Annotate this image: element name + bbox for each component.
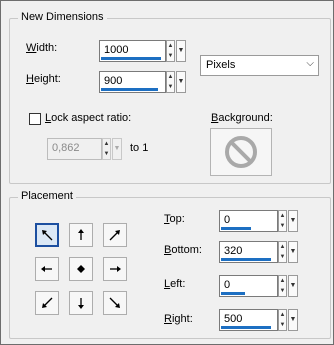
arrow-up-icon bbox=[78, 229, 84, 240]
anchor-bottom-right-button[interactable] bbox=[103, 291, 127, 315]
bottom-spinbox: 320 ▲ ▼ ▼ bbox=[219, 241, 301, 263]
arrow-up-left-icon bbox=[42, 230, 53, 241]
top-up-down[interactable]: ▲ ▼ bbox=[278, 210, 287, 232]
arrow-down-left-icon bbox=[42, 297, 53, 308]
canvas-size-dialog: New Dimensions Width: 1000 ▲ ▼ ▼ Height: … bbox=[0, 0, 334, 345]
center-dot-icon bbox=[77, 265, 85, 273]
placement-title: Placement bbox=[18, 190, 76, 202]
height-up-down[interactable]: ▲ ▼ bbox=[166, 71, 175, 93]
arrow-left-icon bbox=[41, 266, 52, 272]
anchor-top-left-button[interactable] bbox=[35, 223, 59, 247]
down-arrow-icon[interactable]: ▼ bbox=[103, 149, 110, 159]
arrow-up-right-icon bbox=[109, 230, 120, 241]
down-arrow-icon[interactable]: ▼ bbox=[167, 82, 174, 92]
arrow-right-icon bbox=[110, 266, 121, 272]
chevron-down-icon: ▼ bbox=[289, 248, 297, 255]
aspect-ratio-dropdown-button[interactable]: ▼ bbox=[112, 138, 122, 160]
lock-aspect-label[interactable]: Lock aspect ratio: bbox=[45, 112, 131, 124]
width-slider-bar[interactable] bbox=[101, 57, 161, 60]
up-arrow-icon[interactable]: ▲ bbox=[167, 72, 174, 82]
anchor-right-button[interactable] bbox=[103, 257, 127, 281]
aspect-ratio-spinbox: 0,862 ▲ ▼ ▼ bbox=[47, 138, 125, 160]
down-arrow-icon[interactable]: ▼ bbox=[279, 252, 286, 262]
right-slider-bar[interactable] bbox=[221, 326, 271, 329]
lock-aspect-checkbox[interactable] bbox=[29, 113, 41, 125]
to-one-label: to 1 bbox=[130, 142, 149, 154]
left-slider-bar[interactable] bbox=[221, 292, 245, 295]
new-dimensions-title: New Dimensions bbox=[18, 11, 107, 23]
chevron-down-icon: ▼ bbox=[289, 282, 297, 289]
up-arrow-icon[interactable]: ▲ bbox=[279, 276, 286, 286]
anchor-top-button[interactable] bbox=[69, 223, 93, 247]
anchor-center-button[interactable] bbox=[69, 257, 93, 281]
up-arrow-icon[interactable]: ▲ bbox=[279, 211, 286, 221]
chevron-down-icon: ▼ bbox=[289, 217, 297, 224]
background-label: Background: bbox=[211, 112, 273, 124]
anchor-bottom-button[interactable] bbox=[69, 291, 93, 315]
background-color-swatch[interactable] bbox=[210, 128, 272, 176]
right-label: Right: bbox=[164, 313, 193, 325]
arrow-down-right-icon bbox=[109, 297, 120, 308]
chevron-down-icon: ▼ bbox=[177, 47, 185, 54]
anchor-top-right-button[interactable] bbox=[103, 223, 127, 247]
left-up-down[interactable]: ▲ ▼ bbox=[278, 275, 287, 297]
units-selected: Pixels bbox=[206, 59, 236, 71]
chevron-down-icon: ▼ bbox=[113, 145, 121, 152]
top-dropdown-button[interactable]: ▼ bbox=[288, 210, 298, 232]
width-label: Width: bbox=[26, 42, 58, 54]
no-color-icon bbox=[225, 136, 257, 168]
height-spinbox: 900 ▲ ▼ ▼ bbox=[99, 71, 189, 93]
width-dropdown-button[interactable]: ▼ bbox=[176, 40, 186, 62]
bottom-up-down[interactable]: ▲ ▼ bbox=[278, 241, 287, 263]
up-arrow-icon[interactable]: ▲ bbox=[103, 139, 110, 149]
down-arrow-icon[interactable]: ▼ bbox=[279, 320, 286, 330]
top-slider-bar[interactable] bbox=[221, 227, 251, 230]
bottom-slider-bar[interactable] bbox=[221, 258, 271, 261]
chevron-down-icon: ▼ bbox=[289, 316, 297, 323]
bottom-label: Bottom: bbox=[164, 244, 202, 256]
width-spinbox: 1000 ▲ ▼ ▼ bbox=[99, 40, 189, 62]
height-dropdown-button[interactable]: ▼ bbox=[176, 71, 186, 93]
left-spinbox: 0 ▲ ▼ ▼ bbox=[219, 275, 301, 297]
right-up-down[interactable]: ▲ ▼ bbox=[278, 309, 287, 331]
down-arrow-icon[interactable]: ▼ bbox=[279, 286, 286, 296]
down-arrow-icon[interactable]: ▼ bbox=[167, 51, 174, 61]
left-label: Left: bbox=[164, 278, 186, 290]
up-arrow-icon[interactable]: ▲ bbox=[167, 41, 174, 51]
width-up-down[interactable]: ▲ ▼ bbox=[166, 40, 175, 62]
height-label: Height: bbox=[26, 73, 61, 85]
bottom-dropdown-button[interactable]: ▼ bbox=[288, 241, 298, 263]
top-spinbox: 0 ▲ ▼ ▼ bbox=[219, 210, 301, 232]
arrow-down-icon bbox=[78, 298, 84, 309]
up-arrow-icon[interactable]: ▲ bbox=[279, 310, 286, 320]
aspect-ratio-input[interactable]: 0,862 bbox=[47, 138, 102, 160]
down-arrow-icon[interactable]: ▼ bbox=[279, 221, 286, 231]
height-slider-bar[interactable] bbox=[101, 88, 158, 91]
aspect-ratio-up-down[interactable]: ▲ ▼ bbox=[102, 138, 111, 160]
right-spinbox: 500 ▲ ▼ ▼ bbox=[219, 309, 301, 331]
chevron-down-icon: ⌵ bbox=[306, 58, 314, 69]
units-select[interactable]: Pixels ⌵ bbox=[200, 55, 319, 76]
anchor-bottom-left-button[interactable] bbox=[35, 291, 59, 315]
chevron-down-icon: ▼ bbox=[177, 78, 185, 85]
up-arrow-icon[interactable]: ▲ bbox=[279, 242, 286, 252]
anchor-left-button[interactable] bbox=[35, 257, 59, 281]
left-dropdown-button[interactable]: ▼ bbox=[288, 275, 298, 297]
right-dropdown-button[interactable]: ▼ bbox=[288, 309, 298, 331]
top-label: Top: bbox=[164, 213, 185, 225]
